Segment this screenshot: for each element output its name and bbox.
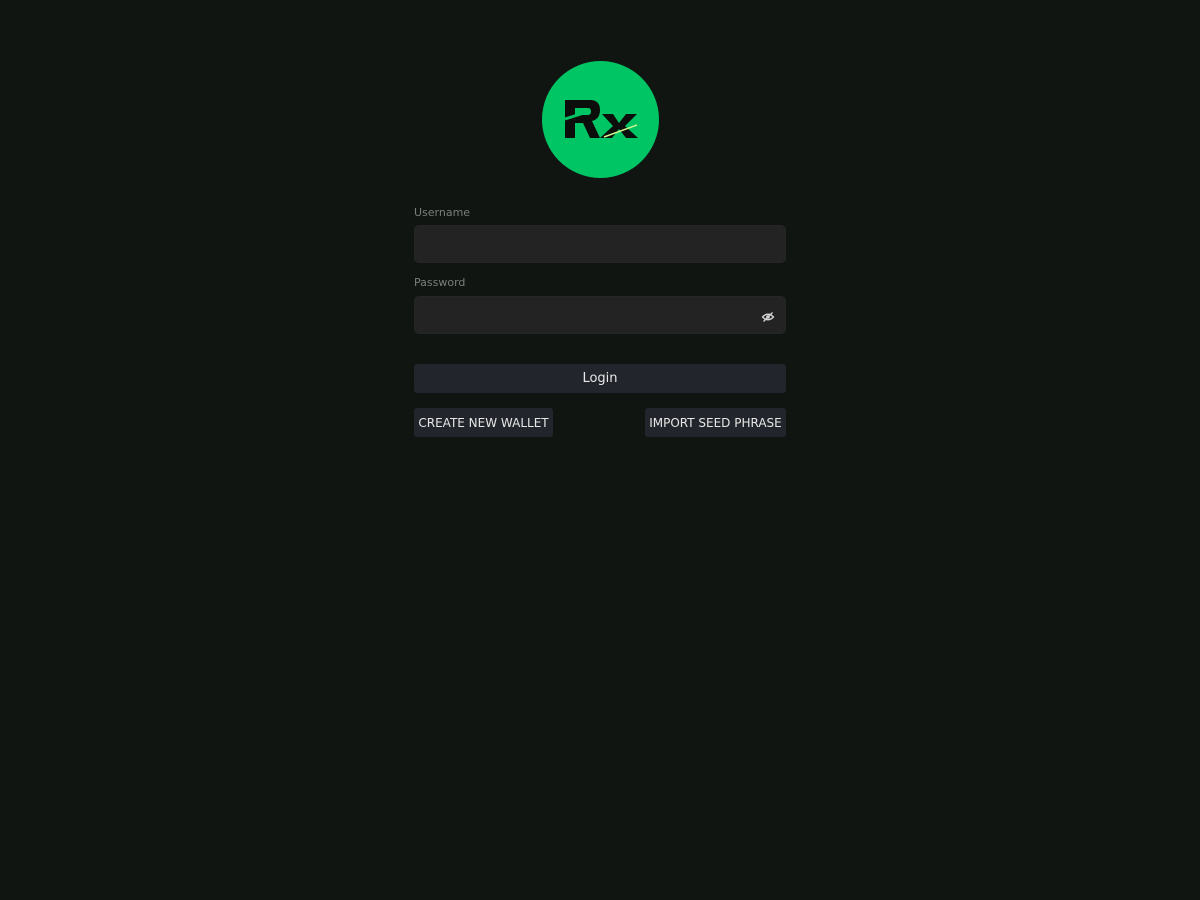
password-input[interactable]	[415, 297, 785, 333]
username-field-wrapper	[414, 225, 786, 263]
password-field-wrapper	[414, 296, 786, 334]
eye-slash-icon[interactable]	[761, 309, 775, 323]
login-page: Username Password Login CREATE NEW WALLE…	[0, 0, 1200, 900]
login-button[interactable]: Login	[414, 364, 786, 393]
rx-logo-mark	[564, 99, 638, 138]
username-input[interactable]	[415, 226, 785, 262]
username-label: Username	[414, 206, 471, 219]
create-new-wallet-button[interactable]: CREATE NEW WALLET	[414, 408, 553, 437]
app-logo	[542, 61, 659, 178]
import-seed-phrase-button[interactable]: IMPORT SEED PHRASE	[645, 408, 786, 437]
password-label: Password	[414, 276, 466, 289]
